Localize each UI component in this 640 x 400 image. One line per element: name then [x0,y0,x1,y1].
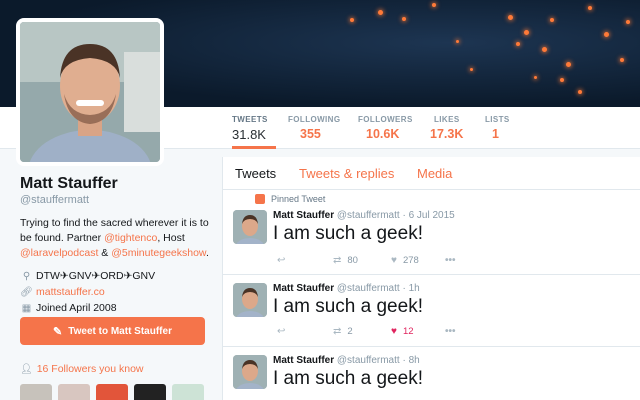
follower-avatar[interactable] [58,384,90,400]
tweet-item[interactable]: Matt Stauffer @stauffermatt · 8h I am su… [223,347,640,400]
stat-lists-value: 1 [492,127,499,141]
profile-bio: Trying to find the sacred wherever it is… [20,217,209,259]
follower-avatar[interactable] [172,384,204,400]
stat-likes-value: 17.3K [430,127,464,141]
profile-joined: ▦ Joined April 2008 [20,300,210,316]
pinned-tweet-indicator: Pinned Tweet [255,194,325,204]
stat-following-label: FOLLOWING [288,115,341,124]
tweet-to-label: Tweet to Matt Stauffer [68,325,172,337]
location-pin-icon: ⚲ [22,270,31,282]
timeline: Tweets Tweets & replies Media Pinned Twe… [222,157,640,400]
tab-tweets[interactable]: Tweets [235,166,276,181]
bio-link-tightenco[interactable]: @tightenco [104,232,157,244]
reply-icon[interactable]: ↩ [277,255,285,266]
tweet-avatar[interactable] [233,355,267,389]
reply-icon[interactable]: ↩ [277,326,285,337]
like-count: 12 [402,326,414,337]
tweet-text: I am such a geek! [273,368,423,389]
tweet-author-name[interactable]: Matt Stauffer [273,210,334,221]
tweet-timestamp[interactable]: · 6 Jul 2015 [402,210,454,221]
tab-media[interactable]: Media [417,166,452,181]
stat-tweets-value: 31.8K [232,127,266,142]
profile-location: ⚲ DTW✈GNV✈ORD✈GNV [20,268,210,284]
link-icon: 🔗︎ [20,286,33,298]
profile-website: 🔗︎ mattstauffer.co [20,284,210,300]
stat-followers[interactable]: FOLLOWERS 10.6K [358,107,413,149]
bio-link-5minutegeekshow[interactable]: @5minutegeekshow [111,247,206,259]
retweet-action[interactable]: ⇄ 80 [333,255,358,266]
stat-likes[interactable]: LIKES 17.3K [430,107,463,149]
retweet-action[interactable]: ⇄ 2 [333,326,353,337]
tweet-text: I am such a geek! [273,223,423,244]
tweet-timestamp[interactable]: · 8h [402,355,419,366]
follower-avatar[interactable] [20,384,52,400]
tweet-author-handle[interactable]: @stauffermatt [337,283,400,294]
like-action[interactable]: ♥ 12 [391,326,414,337]
pin-icon [255,194,265,204]
tweet-item[interactable]: Matt Stauffer @stauffermatt · 1h I am su… [223,275,640,347]
followers-you-know-avatars [20,384,210,400]
tweet-header: Matt Stauffer @stauffermatt · 1h [273,283,420,294]
stat-lists[interactable]: LISTS 1 [485,107,510,149]
heart-icon: ♥ [391,255,397,266]
calendar-icon: ▦ [21,302,32,314]
tweet-text: I am such a geek! [273,296,423,317]
profile-card: Matt Stauffer @stauffermatt Trying to fi… [20,175,210,316]
more-icon[interactable]: ••• [445,255,456,266]
profile-website-link[interactable]: mattstauffer.co [36,286,105,298]
follower-avatar[interactable] [134,384,166,400]
stat-likes-label: LIKES [434,115,460,124]
people-icon: 👤︎ [20,363,33,375]
profile-joined-text: Joined April 2008 [36,302,117,314]
profile-meta: ⚲ DTW✈GNV✈ORD✈GNV 🔗︎ mattstauffer.co ▦ J… [20,268,210,316]
retweet-count: 2 [347,326,353,337]
tweet-author-name[interactable]: Matt Stauffer [273,355,334,366]
tweet-header: Matt Stauffer @stauffermatt · 6 Jul 2015 [273,210,455,221]
follower-avatar[interactable] [96,384,128,400]
retweet-count: 80 [347,255,358,266]
tweet-author-handle[interactable]: @stauffermatt [337,355,400,366]
more-icon[interactable]: ••• [445,326,456,337]
stat-tweets[interactable]: TWEETS 31.8K [232,107,276,149]
tab-tweets-and-replies[interactable]: Tweets & replies [299,166,394,181]
tweet-timestamp[interactable]: · 1h [402,283,419,294]
profile-avatar[interactable] [16,18,164,166]
tweet-header: Matt Stauffer @stauffermatt · 8h [273,355,420,366]
followers-you-know-label: 16 Followers you know [36,363,144,375]
stat-tweets-label: TWEETS [232,115,268,124]
stat-following-value: 355 [300,127,321,141]
heart-icon: ♥ [391,326,397,337]
pinned-label: Pinned Tweet [271,194,326,204]
profile-location-text: DTW✈GNV✈ORD✈GNV [36,270,156,282]
stat-followers-label: FOLLOWERS [358,115,413,124]
timeline-tabs: Tweets Tweets & replies Media [223,157,640,190]
stat-following[interactable]: FOLLOWING 355 [288,107,340,149]
tweet-avatar[interactable] [233,283,267,317]
feather-icon: ✎ [53,325,63,338]
stat-lists-label: LISTS [485,115,510,124]
profile-handle[interactable]: @stauffermatt [20,194,210,206]
retweet-icon: ⇄ [333,326,342,337]
profile-name: Matt Stauffer [20,175,118,192]
tweet-to-button[interactable]: ✎ Tweet to Matt Stauffer [20,317,205,345]
tweet-author-name[interactable]: Matt Stauffer [273,283,334,294]
stat-followers-value: 10.6K [366,127,400,141]
avatar-photo [20,22,160,162]
tweet-author-handle[interactable]: @stauffermatt [337,210,400,221]
retweet-icon: ⇄ [333,255,342,266]
tweet-avatar[interactable] [233,210,267,244]
like-count: 278 [402,255,419,266]
followers-you-know[interactable]: 👤︎ 16 Followers you know [20,363,144,375]
tweet-item[interactable]: Pinned Tweet Matt Stauffer @stauffermatt… [223,190,640,275]
bio-link-laravelpodcast[interactable]: @laravelpodcast [20,247,98,259]
like-action[interactable]: ♥ 278 [391,255,419,266]
